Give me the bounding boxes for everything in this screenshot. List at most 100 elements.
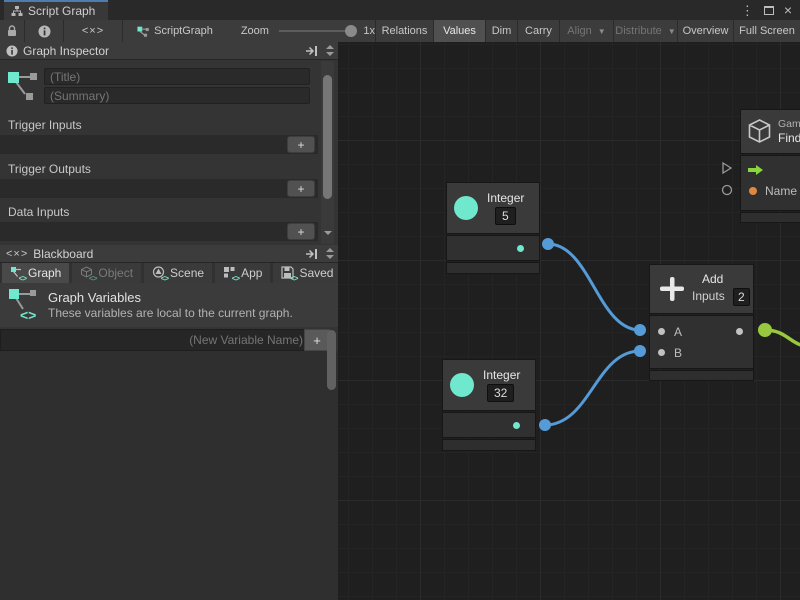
trigger-outputs-list: +	[0, 179, 318, 198]
node-footer	[443, 440, 535, 450]
wire-integer32-to-b[interactable]	[545, 351, 640, 425]
overview-button[interactable]: Overview	[678, 20, 733, 42]
window-maximize-icon[interactable]	[764, 6, 774, 15]
input-port-b[interactable]	[658, 349, 665, 356]
wire-add-output[interactable]	[765, 330, 800, 345]
port-a-label: A	[674, 325, 682, 339]
integer-type-icon	[454, 196, 478, 220]
full-screen-button[interactable]: Full Screen	[734, 20, 800, 42]
data-inputs-list: +	[0, 222, 318, 241]
align-dropdown[interactable]: Align ▼	[560, 20, 613, 42]
wire-endpoint[interactable]	[542, 238, 554, 250]
tab-scene-variables[interactable]: <> Scene	[144, 263, 212, 283]
scroll-down-icon[interactable]	[326, 255, 334, 259]
inspector-scrollbar[interactable]	[321, 61, 334, 244]
graph-variables-title: Graph Variables	[48, 290, 141, 305]
blackboard-tabs: <> Graph <> Object	[0, 263, 338, 283]
zoom-value: 1x	[363, 25, 375, 37]
distribute-dropdown[interactable]: Distribute ▼	[614, 20, 677, 42]
wire-endpoint[interactable]	[539, 419, 551, 431]
unconnected-value-port-icon[interactable]	[723, 186, 732, 195]
graph-inspector-title: Graph Inspector	[23, 44, 109, 58]
add-trigger-input-button[interactable]: +	[287, 136, 315, 153]
output-port[interactable]	[513, 422, 520, 429]
scroll-down-icon[interactable]	[326, 52, 334, 56]
lock-icon	[7, 25, 17, 37]
app-grid-icon: <>	[223, 266, 237, 280]
inspector-toggle-button[interactable]	[25, 20, 63, 42]
blackboard-empty-area	[0, 351, 338, 600]
node-integer-32[interactable]: Integer 32	[443, 360, 535, 450]
graph-variables-icon	[6, 68, 40, 104]
plus-icon	[659, 276, 685, 302]
tab-graph-variables[interactable]: <> Graph	[2, 263, 69, 283]
tab-saved-variables[interactable]: <> Saved	[273, 263, 341, 283]
output-port[interactable]	[736, 328, 743, 335]
graph-breadcrumb[interactable]: ScriptGraph	[154, 25, 213, 37]
node-footer	[741, 213, 800, 222]
graph-variables-info: <> Graph Variables These variables are l…	[0, 283, 338, 327]
tab-title: Script Graph	[28, 4, 95, 18]
new-variable-name-input[interactable]	[0, 329, 312, 351]
script-graph-icon	[137, 25, 150, 38]
carry-button[interactable]: Carry	[518, 20, 559, 42]
zoom-slider-handle[interactable]	[345, 25, 357, 37]
code-view-button[interactable]: <×>	[64, 20, 122, 42]
node-footer	[650, 371, 753, 380]
inputs-count-field[interactable]: 2	[733, 288, 750, 306]
output-port[interactable]	[517, 245, 524, 252]
window-menu-icon[interactable]: ⋮	[741, 4, 754, 17]
node-title: Integer	[487, 191, 524, 205]
name-input-port[interactable]	[749, 187, 757, 195]
node-integer-5[interactable]: Integer 5	[447, 183, 539, 273]
wire-endpoint[interactable]	[634, 345, 646, 357]
sidebar-panel: Graph Inspector Trigger Inputs + Trigger…	[0, 42, 338, 600]
input-port-a[interactable]	[658, 328, 665, 335]
integer-value-field[interactable]: 32	[487, 384, 514, 402]
dim-button[interactable]: Dim	[486, 20, 517, 42]
integer-value-field[interactable]: 5	[495, 207, 516, 225]
blackboard-scroll-arrows[interactable]	[326, 248, 334, 259]
window-close-icon[interactable]: ×	[784, 3, 792, 17]
tab-script-graph[interactable]: Script Graph	[4, 2, 108, 20]
blackboard-scrollbar-thumb[interactable]	[327, 330, 336, 390]
relations-button[interactable]: Relations	[376, 20, 433, 42]
node-title: Add	[702, 272, 723, 286]
inspector-scrollbar-thumb[interactable]	[323, 75, 332, 199]
panel-expand-icon[interactable]	[305, 248, 318, 260]
port-name-label: Name	[765, 184, 797, 198]
blackboard-icon: <×>	[6, 248, 28, 260]
blackboard-title: Blackboard	[33, 247, 93, 261]
info-icon	[6, 45, 18, 57]
zoom-slider[interactable]	[279, 30, 353, 32]
add-data-input-button[interactable]: +	[287, 223, 315, 240]
add-trigger-output-button[interactable]: +	[287, 180, 315, 197]
scroll-down-icon[interactable]	[324, 231, 332, 235]
blackboard-header: <×> Blackboard	[0, 245, 338, 263]
graph-path-segment: ScriptGraph Zoom 1x	[123, 20, 375, 42]
window-tab-bar: Script Graph ⋮ ×	[0, 0, 800, 20]
tab-object-variables[interactable]: <> Object	[72, 263, 141, 283]
inputs-label: Inputs	[692, 289, 725, 303]
panel-expand-icon[interactable]	[305, 45, 318, 57]
scroll-up-icon[interactable]	[326, 248, 334, 252]
wire-endpoint[interactable]	[634, 324, 646, 336]
node-add[interactable]: Add Inputs 2 A B	[650, 265, 753, 380]
node-gameobject-find[interactable]: Game Object Find Name	[741, 110, 800, 222]
scroll-up-icon[interactable]	[326, 45, 334, 49]
values-button[interactable]: Values	[434, 20, 485, 42]
flow-input-port[interactable]	[747, 164, 764, 176]
graph-tree-icon	[11, 5, 23, 17]
cube-icon: <>	[80, 266, 94, 280]
lock-button[interactable]	[0, 20, 24, 42]
title-field[interactable]	[44, 68, 310, 85]
wire-endpoint[interactable]	[758, 323, 772, 337]
summary-field[interactable]	[44, 87, 310, 104]
wire-integer5-to-a[interactable]	[548, 244, 640, 330]
svg-text:<>: <>	[20, 307, 36, 323]
scene-icon: <>	[152, 266, 166, 280]
graph-canvas[interactable]: Integer 5 Integer 32	[338, 42, 800, 600]
unconnected-flow-port-icon[interactable]	[723, 163, 731, 173]
inspector-scroll-arrows[interactable]	[326, 45, 334, 56]
tab-app-variables[interactable]: <> App	[215, 263, 270, 283]
